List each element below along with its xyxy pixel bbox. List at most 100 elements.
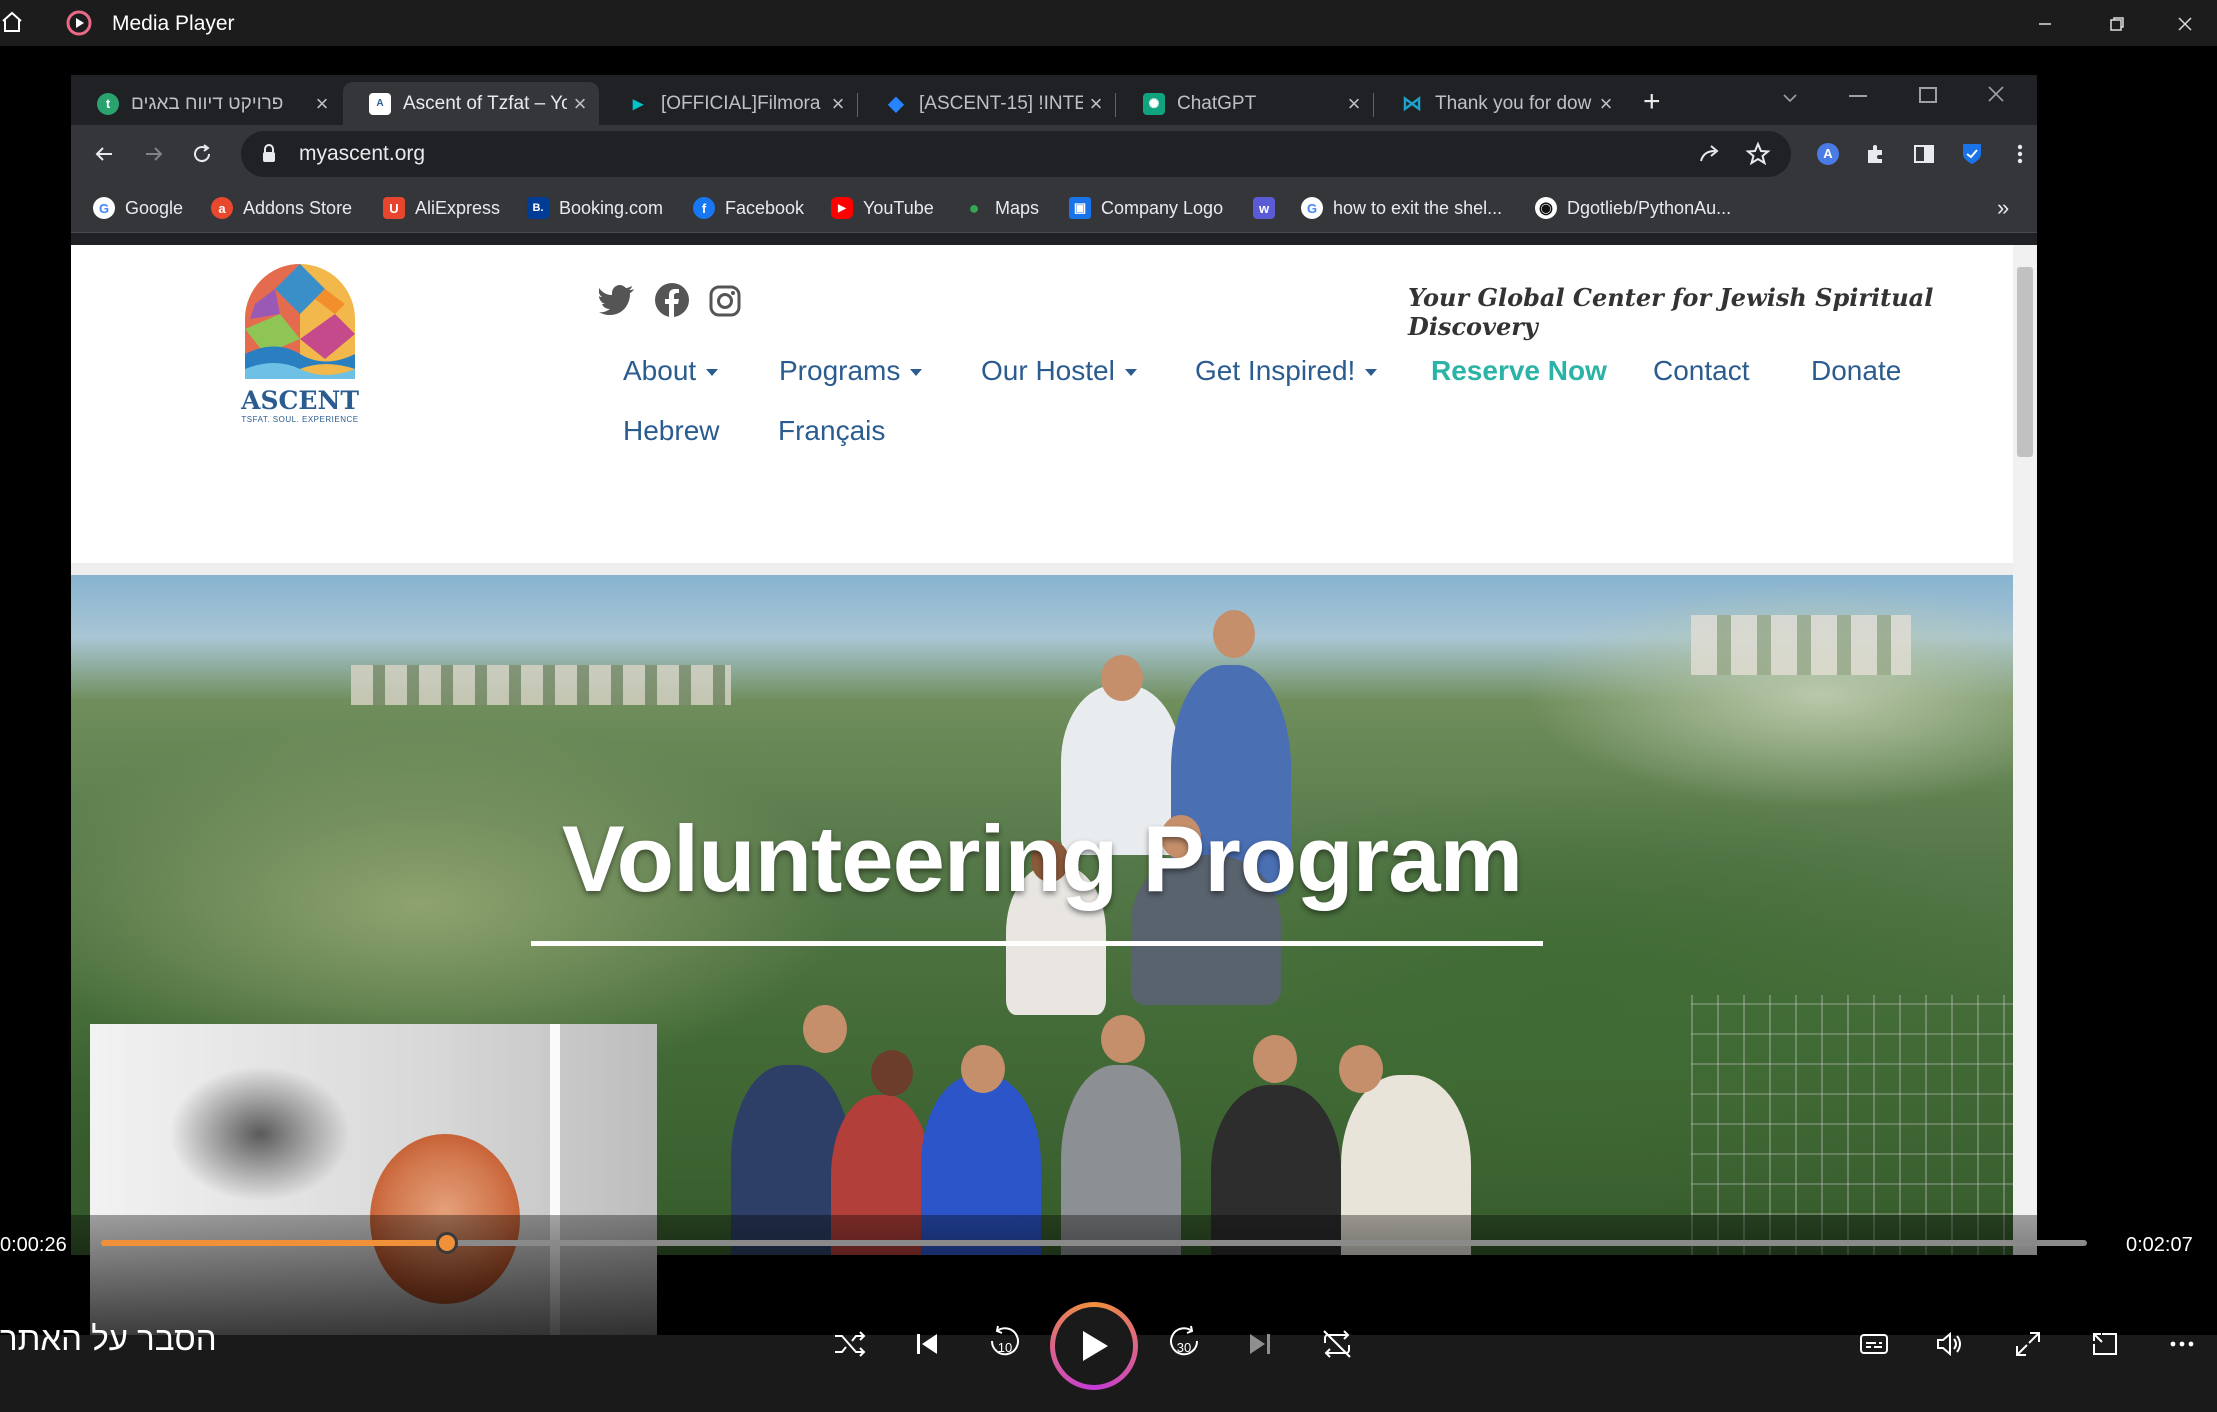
bookmark-label: YouTube — [863, 197, 934, 218]
tab-close-icon[interactable]: × — [1341, 91, 1367, 117]
google-icon: G — [93, 197, 115, 219]
tab-search-chevron-icon[interactable] — [1779, 87, 1801, 109]
rewind-10-icon[interactable]: 10 — [983, 1322, 1027, 1366]
tab-close-icon[interactable]: × — [1593, 91, 1619, 117]
browser-toolbar: myascent.org A — [71, 125, 2037, 183]
w-icon: w — [1253, 197, 1275, 219]
restore-icon[interactable] — [2082, 4, 2152, 44]
nav-hebrew[interactable]: Hebrew — [623, 415, 719, 447]
tab-bug-report[interactable]: t פרויקט דיווח באגים × — [71, 82, 341, 125]
bookmark-label: Facebook — [725, 197, 805, 218]
tab-favicon-icon: ◆ — [888, 93, 904, 115]
minimize-icon[interactable] — [2010, 4, 2080, 44]
new-tab-icon[interactable]: + — [1643, 85, 1661, 119]
url-text[interactable]: myascent.org — [299, 142, 425, 166]
hero-title-underline — [531, 941, 1543, 946]
extensions-puzzle-icon[interactable] — [1859, 137, 1893, 171]
tab-close-icon[interactable]: × — [309, 91, 335, 117]
nav-about[interactable]: About — [623, 355, 719, 387]
tab-ascent[interactable]: A Ascent of Tzfat – Yo × — [343, 82, 599, 125]
bookmark-aliexpress[interactable]: U AliExpress — [383, 193, 500, 223]
mini-player-icon[interactable] — [2083, 1322, 2127, 1366]
bitwarden-shield-icon[interactable] — [1955, 137, 1989, 171]
media-player-app-icon — [66, 10, 92, 36]
tab-label: [OFFICIAL]Filmora V — [661, 92, 825, 114]
subtitles-icon[interactable] — [1852, 1322, 1896, 1366]
bookmark-addons-store[interactable]: a Addons Store — [211, 193, 352, 223]
repeat-off-icon[interactable] — [1315, 1322, 1359, 1366]
tab-close-icon[interactable]: × — [825, 91, 851, 117]
hillside-houses — [351, 665, 731, 705]
tab-label: [ASCENT-15] !INTE — [919, 92, 1083, 114]
forward-icon[interactable] — [137, 137, 171, 171]
tab-chatgpt[interactable]: ✺ ChatGPT × — [1117, 82, 1373, 125]
tab-favicon-icon: A — [369, 92, 391, 115]
bookmark-label: Company Logo — [1101, 197, 1224, 218]
bookmark-w[interactable]: w — [1253, 193, 1285, 223]
browser-menu-icon[interactable] — [2003, 137, 2037, 171]
home-icon[interactable] — [0, 10, 24, 34]
booking-icon: B. — [527, 197, 549, 219]
nav-contact[interactable]: Contact — [1653, 355, 1750, 387]
browser-restore-icon[interactable] — [1919, 87, 1937, 103]
close-icon[interactable] — [2150, 4, 2217, 44]
volume-icon[interactable] — [1928, 1322, 1972, 1366]
back-icon[interactable] — [87, 137, 121, 171]
instagram-icon[interactable] — [709, 285, 741, 317]
more-options-icon[interactable] — [2160, 1322, 2204, 1366]
fullscreen-icon[interactable] — [2006, 1322, 2050, 1366]
tab-filmora[interactable]: ▸ [OFFICIAL]Filmora V × — [601, 82, 857, 125]
nav-donate[interactable]: Donate — [1811, 355, 1901, 387]
bookmark-star-icon[interactable] — [1745, 141, 1771, 167]
tab-separator — [1115, 93, 1116, 117]
nav-our-hostel[interactable]: Our Hostel — [981, 355, 1137, 387]
seek-bar[interactable] — [101, 1232, 2087, 1254]
chevron-down-icon — [1124, 369, 1137, 377]
bookmark-company-logo[interactable]: ▣ Company Logo — [1069, 193, 1223, 223]
nav-get-inspired[interactable]: Get Inspired! — [1195, 355, 1378, 387]
media-player-titlebar: Media Player — [0, 0, 2217, 46]
address-bar[interactable]: myascent.org — [241, 131, 1791, 177]
nav-label: Our Hostel — [981, 355, 1115, 386]
nav-programs[interactable]: Programs — [779, 355, 923, 387]
hero-title: Volunteering Program — [561, 806, 1523, 911]
nav-reserve-now[interactable]: Reserve Now — [1431, 355, 1607, 387]
twitter-icon[interactable] — [599, 285, 635, 315]
ascent-logo[interactable]: ASCENT TSFAT. SOUL. EXPERIENCE — [235, 259, 365, 434]
video-subtitle: הסבר על האתר — [0, 1320, 217, 1357]
tab-thank-you[interactable]: ⋈ Thank you for dow × — [1375, 82, 1625, 125]
vertical-scrollbar[interactable] — [2013, 245, 2037, 1255]
bookmark-label: AliExpress — [415, 197, 501, 218]
previous-icon[interactable] — [905, 1322, 949, 1366]
tab-close-icon[interactable]: × — [1083, 91, 1109, 117]
extension-translate-icon[interactable]: A — [1811, 137, 1845, 171]
bookmarks-bar: G Google a Addons Store U AliExpress B. … — [71, 183, 2037, 233]
bookmark-youtube[interactable]: ▶ YouTube — [831, 193, 934, 223]
bookmark-google[interactable]: G Google — [93, 193, 183, 223]
play-button[interactable] — [1050, 1302, 1138, 1390]
bookmark-facebook[interactable]: f Facebook — [693, 193, 804, 223]
more-bookmarks-icon[interactable]: » — [1997, 193, 2009, 223]
side-panel-icon[interactable] — [1907, 137, 1941, 171]
browser-minimize-icon[interactable] — [1849, 95, 1867, 97]
app-title: Media Player — [112, 12, 235, 35]
bookmark-label: Maps — [995, 197, 1040, 218]
browser-close-icon[interactable] — [1985, 83, 2007, 105]
reload-icon[interactable] — [185, 137, 219, 171]
bookmark-github[interactable]: ◉ Dgotlieb/PythonAu... — [1535, 193, 1731, 223]
bookmark-booking[interactable]: B. Booking.com — [527, 193, 663, 223]
seek-bar-thumb[interactable] — [435, 1232, 458, 1254]
vertical-scroll-thumb[interactable] — [2017, 267, 2033, 457]
chevron-down-icon — [910, 369, 923, 377]
tab-ascent-15[interactable]: ◆ [ASCENT-15] !INTE × — [859, 82, 1115, 125]
shuffle-icon[interactable] — [828, 1322, 872, 1366]
nav-francais[interactable]: Français — [778, 415, 885, 447]
lock-icon[interactable] — [261, 144, 277, 164]
next-icon[interactable] — [1238, 1322, 1282, 1366]
forward-30-icon[interactable]: 30 — [1162, 1322, 1206, 1366]
facebook-icon[interactable] — [655, 283, 689, 317]
bookmark-maps[interactable]: ● Maps — [963, 193, 1039, 223]
bookmark-exit-shell[interactable]: G how to exit the shel... — [1301, 193, 1502, 223]
share-icon[interactable] — [1697, 141, 1723, 167]
tab-close-icon[interactable]: × — [567, 91, 593, 117]
